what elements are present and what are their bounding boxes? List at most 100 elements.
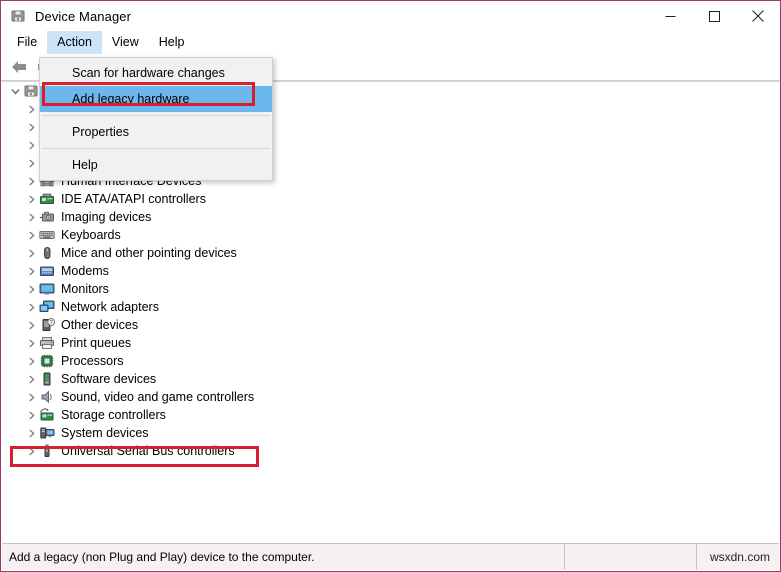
processor-icon (39, 353, 55, 369)
tree-item-software-devices[interactable]: Software devices (2, 370, 779, 388)
chevron-right-icon[interactable] (24, 303, 39, 312)
title-bar: Device Manager (1, 1, 780, 31)
usb-controller-icon (39, 443, 55, 459)
tree-item-ide-ata-atapi-controllers[interactable]: IDE ATA/ATAPI controllers (2, 190, 779, 208)
status-watermark: wsxdn.com (696, 544, 779, 570)
tree-item-network-adapters[interactable]: Network adapters (2, 298, 779, 316)
modem-icon (39, 263, 55, 279)
menu-help-label: Help (159, 36, 185, 49)
tree-item-system-devices[interactable]: System devices (2, 424, 779, 442)
action-dropdown-menu[interactable]: Scan for hardware changes Add legacy har… (39, 57, 273, 181)
tree-item-label: Other devices (61, 319, 138, 332)
tree-item-universal-serial-bus-controllers[interactable]: Universal Serial Bus controllers (2, 442, 779, 460)
tree-item-label: Network adapters (61, 301, 159, 314)
keyboard-icon (39, 227, 55, 243)
storage-controller-icon (39, 407, 55, 423)
menu-item-add-legacy-hardware[interactable]: Add legacy hardware (40, 86, 272, 112)
svg-text:?: ? (50, 320, 53, 326)
status-bar: Add a legacy (non Plug and Play) device … (2, 543, 779, 570)
tree-item-label: Sound, video and game controllers (61, 391, 254, 404)
chevron-right-icon[interactable] (24, 429, 39, 438)
chevron-right-icon[interactable] (24, 177, 39, 186)
device-manager-icon (10, 8, 26, 24)
tree-item-label: Universal Serial Bus controllers (61, 445, 235, 458)
status-middle-cell (564, 544, 696, 570)
tree-item-storage-controllers[interactable]: Storage controllers (2, 406, 779, 424)
maximize-icon[interactable] (692, 1, 736, 31)
tree-item-label: Modems (61, 265, 109, 278)
imaging-device-icon (39, 209, 55, 225)
chevron-down-icon[interactable] (8, 87, 23, 96)
menu-item-label: Scan for hardware changes (72, 66, 225, 80)
tree-item-imaging-devices[interactable]: Imaging devices (2, 208, 779, 226)
menu-separator-2 (42, 148, 270, 149)
tree-item-label: Software devices (61, 373, 156, 386)
computer-root-icon (23, 83, 39, 99)
tree-item-label: System devices (61, 427, 149, 440)
menu-separator-1 (42, 115, 270, 116)
tree-item-label: Keyboards (61, 229, 121, 242)
software-device-icon (39, 371, 55, 387)
window-controls (648, 1, 780, 31)
monitor-icon (39, 281, 55, 297)
menu-view-label: View (112, 36, 139, 49)
menu-action-label: Action (57, 36, 92, 49)
chevron-right-icon[interactable] (24, 285, 39, 294)
status-message: Add a legacy (non Plug and Play) device … (2, 544, 564, 570)
tree-item-label: Monitors (61, 283, 109, 296)
chevron-right-icon[interactable] (24, 231, 39, 240)
tree-item-monitors[interactable]: Monitors (2, 280, 779, 298)
tree-item-label: Mice and other pointing devices (61, 247, 237, 260)
chevron-right-icon[interactable] (24, 159, 39, 168)
tree-item-modems[interactable]: Modems (2, 262, 779, 280)
network-adapter-icon (39, 299, 55, 315)
mouse-icon (39, 245, 55, 261)
chevron-right-icon[interactable] (24, 393, 39, 402)
device-manager-window: Device Manager File Action View Help (0, 0, 781, 572)
menu-item-label: Help (72, 158, 98, 172)
back-arrow-icon[interactable] (7, 56, 31, 78)
menu-item-scan-for-hardware-changes[interactable]: Scan for hardware changes (40, 60, 272, 86)
chevron-right-icon[interactable] (24, 123, 39, 132)
menu-file-label: File (17, 36, 37, 49)
menu-item-label: Properties (72, 125, 129, 139)
chevron-right-icon[interactable] (24, 213, 39, 222)
chevron-right-icon[interactable] (24, 267, 39, 276)
menu-item-label: Add legacy hardware (72, 92, 189, 106)
chevron-right-icon[interactable] (24, 105, 39, 114)
menu-help[interactable]: Help (149, 31, 195, 54)
chevron-right-icon[interactable] (24, 339, 39, 348)
chevron-right-icon[interactable] (24, 411, 39, 420)
chevron-right-icon[interactable] (24, 141, 39, 150)
menu-view[interactable]: View (102, 31, 149, 54)
chevron-right-icon[interactable] (24, 249, 39, 258)
tree-item-label: Print queues (61, 337, 131, 350)
menu-file[interactable]: File (7, 31, 47, 54)
chevron-right-icon[interactable] (24, 447, 39, 456)
ide-controller-icon (39, 191, 55, 207)
close-icon[interactable] (736, 1, 780, 31)
tree-item-label: Storage controllers (61, 409, 166, 422)
menu-item-properties[interactable]: Properties (40, 119, 272, 145)
sound-device-icon (39, 389, 55, 405)
menu-bar: File Action View Help (1, 31, 780, 54)
minimize-icon[interactable] (648, 1, 692, 31)
tree-item-other-devices[interactable]: ? Other devices (2, 316, 779, 334)
chevron-right-icon[interactable] (24, 375, 39, 384)
menu-item-help[interactable]: Help (40, 152, 272, 178)
chevron-right-icon[interactable] (24, 321, 39, 330)
tree-item-mice-and-other-pointing-devices[interactable]: Mice and other pointing devices (2, 244, 779, 262)
tree-item-label: Processors (61, 355, 124, 368)
tree-item-keyboards[interactable]: Keyboards (2, 226, 779, 244)
tree-item-label: IDE ATA/ATAPI controllers (61, 193, 206, 206)
tree-item-label: Imaging devices (61, 211, 151, 224)
chevron-right-icon[interactable] (24, 357, 39, 366)
window-title: Device Manager (35, 9, 131, 24)
tree-item-print-queues[interactable]: Print queues (2, 334, 779, 352)
other-device-icon: ? (39, 317, 55, 333)
chevron-right-icon[interactable] (24, 195, 39, 204)
menu-action[interactable]: Action (47, 31, 102, 54)
tree-item-processors[interactable]: Processors (2, 352, 779, 370)
tree-item-sound-video-and-game-controllers[interactable]: Sound, video and game controllers (2, 388, 779, 406)
system-device-icon (39, 425, 55, 441)
